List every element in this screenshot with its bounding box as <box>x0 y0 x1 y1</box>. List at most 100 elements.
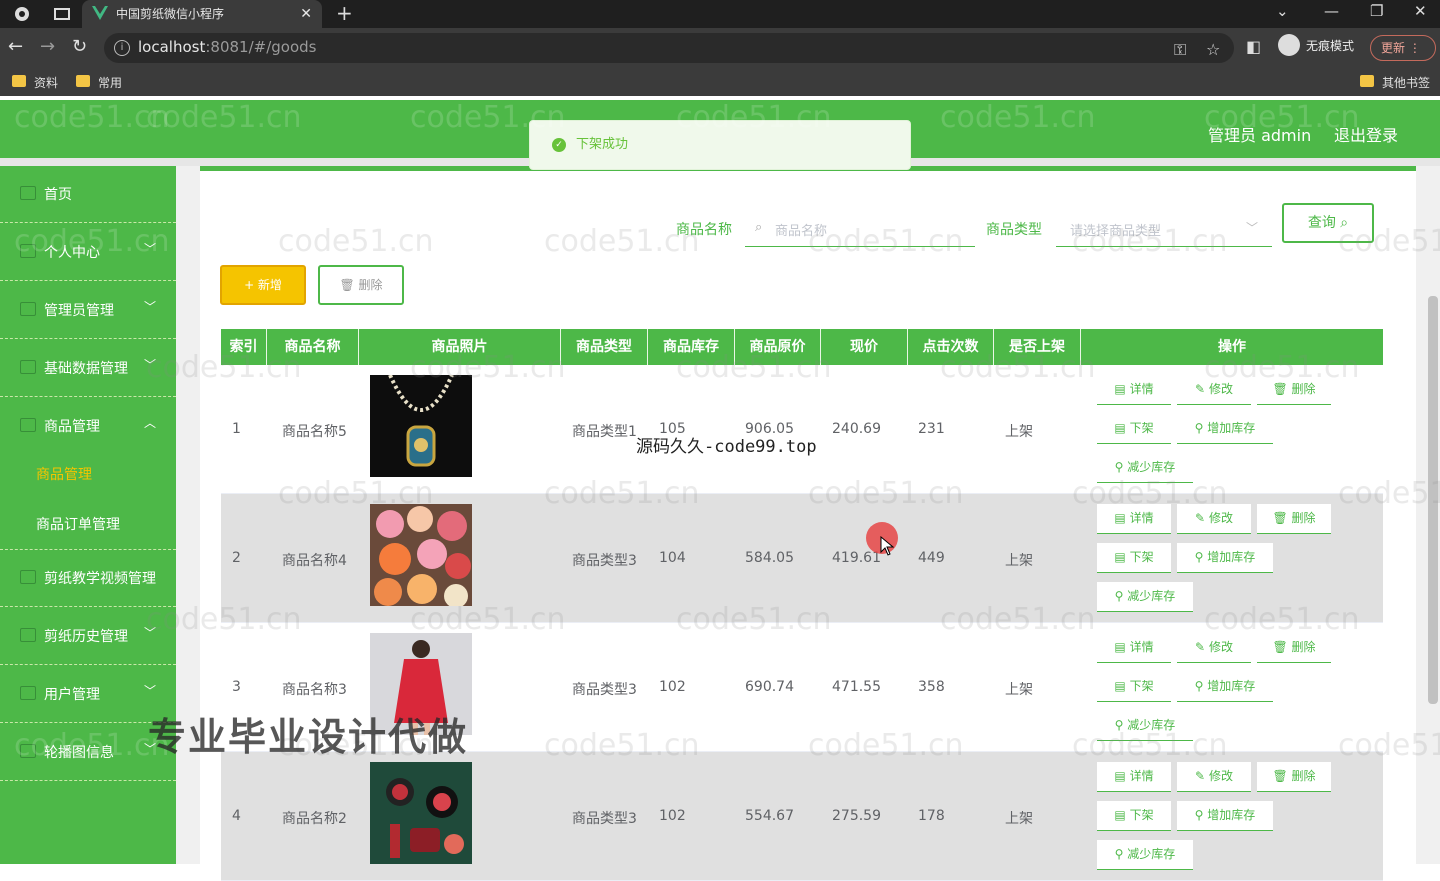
bookmark-star-icon[interactable]: ☆ <box>1206 40 1220 59</box>
col-photo[interactable]: 商品照片 <box>359 329 561 365</box>
batch-delete-button[interactable]: 🗑 删除 <box>318 265 404 305</box>
goods-icon <box>20 418 36 432</box>
reduce-stock-button[interactable]: ⚲ 减少库存 <box>1097 582 1193 612</box>
col-orig-price[interactable]: 商品原价 <box>735 329 821 365</box>
logout-link[interactable]: 退出登录 <box>1334 122 1398 146</box>
check-circle-icon: ✓ <box>552 138 566 152</box>
sidebar-item-goods[interactable]: 商品管理 ︿ <box>0 398 176 455</box>
other-bookmarks-folder[interactable]: 其他书签 <box>1360 74 1430 91</box>
update-button[interactable]: 更新 ⋮ <box>1370 35 1436 61</box>
edit-icon: ✎ <box>1195 769 1206 783</box>
add-stock-button[interactable]: ⚲ 增加库存 <box>1177 414 1273 444</box>
col-stock[interactable]: 商品库存 <box>648 329 735 365</box>
delete-button[interactable]: 🗑 删除 <box>1257 504 1331 534</box>
reduce-stock-button[interactable]: ⚲ 减少库存 <box>1097 840 1193 870</box>
offshelf-button[interactable]: ▤ 下架 <box>1097 801 1171 831</box>
offshelf-button[interactable]: ▤ 下架 <box>1097 414 1171 444</box>
query-button[interactable]: 查询 ⌕ <box>1282 203 1374 243</box>
minimize-icon[interactable]: — <box>1324 2 1339 20</box>
browser-tab-active[interactable]: 中国剪纸微信小程序 ✕ <box>82 0 322 28</box>
site-info-icon[interactable]: i <box>114 40 130 56</box>
chevron-up-icon: ︿ <box>144 416 157 430</box>
col-name[interactable]: 商品名称 <box>267 329 359 365</box>
reduce-stock-button[interactable]: ⚲ 减少库存 <box>1097 711 1193 741</box>
reload-icon[interactable]: ↻ <box>72 36 87 57</box>
edit-icon: ✎ <box>1195 382 1206 396</box>
delete-button[interactable]: 🗑 删除 <box>1257 762 1331 792</box>
promo-watermark-text: 专业毕业设计代做 <box>148 715 469 759</box>
tab-close-icon[interactable]: ✕ <box>300 0 312 28</box>
url-field[interactable]: i localhost:8081/#/goods ⚿ ☆ <box>104 33 1234 63</box>
edit-button[interactable]: ✎ 修改 <box>1177 762 1251 792</box>
col-clicks[interactable]: 点击次数 <box>908 329 994 365</box>
search-icon: ⌕ <box>755 220 763 235</box>
goods-type-select[interactable]: 请选择商品类型 ﹀ <box>1056 211 1272 247</box>
toast-message: 下架成功 <box>576 137 629 152</box>
cell-name: 商品名称2 <box>282 811 347 827</box>
edit-button[interactable]: ✎ 修改 <box>1177 633 1251 663</box>
add-button[interactable]: + 新增 <box>220 265 306 305</box>
cell-name: 商品名称5 <box>282 424 347 440</box>
col-type[interactable]: 商品类型 <box>561 329 648 365</box>
sidebar-item-base-data[interactable]: 基础数据管理 ﹀ <box>0 340 176 397</box>
sidepanel-icon[interactable]: ◧ <box>1246 37 1261 56</box>
reduce-stock-button[interactable]: ⚲ 减少库存 <box>1097 453 1193 483</box>
search-name-input[interactable]: ⌕ 商品名称 <box>745 211 975 247</box>
cell-index: 1 <box>232 421 241 437</box>
tab-search-icon[interactable] <box>54 6 70 22</box>
tab-list-chevron-icon[interactable]: ⌄ <box>1276 2 1289 20</box>
key-icon[interactable]: ⚿ <box>1174 40 1186 60</box>
image-icon <box>20 744 36 758</box>
trash-icon: 🗑 <box>1272 382 1288 396</box>
sidebar-item-admins[interactable]: 管理员管理 ﹀ <box>0 282 176 339</box>
pin-icon: ⚲ <box>1194 421 1204 435</box>
mouse-cursor-icon <box>880 536 894 556</box>
cell-price: 240.69 <box>832 421 881 437</box>
admin-icon <box>20 302 36 316</box>
delete-button[interactable]: 🗑 删除 <box>1257 633 1331 663</box>
cell-price: 471.55 <box>832 679 881 695</box>
edit-button[interactable]: ✎ 修改 <box>1177 375 1251 405</box>
forward-icon[interactable]: → <box>40 36 55 57</box>
back-icon[interactable]: ← <box>8 36 23 57</box>
success-toast: ✓ 下架成功 <box>529 120 911 170</box>
bookmark-folder[interactable]: 资料 <box>12 74 58 91</box>
bookmark-folder[interactable]: 常用 <box>76 74 122 91</box>
document-icon: ▤ <box>1114 640 1126 654</box>
edit-button[interactable]: ✎ 修改 <box>1177 504 1251 534</box>
window-close-icon[interactable]: ✕ <box>1414 2 1427 20</box>
col-index[interactable]: 索引 <box>221 329 267 365</box>
sidebar-item-home[interactable]: 首页 <box>0 166 176 223</box>
col-on-shelf[interactable]: 是否上架 <box>994 329 1081 365</box>
browser-menu-icon[interactable] <box>14 6 30 22</box>
new-tab-icon[interactable]: + <box>336 1 353 25</box>
restore-icon[interactable]: ❐ <box>1370 2 1383 20</box>
delete-button[interactable]: 🗑 删除 <box>1257 375 1331 405</box>
cell-type: 商品类型3 <box>572 553 637 569</box>
sidebar-subitem-goods[interactable]: 商品管理 <box>36 464 92 484</box>
pin-icon: ⚲ <box>1194 679 1204 693</box>
video-icon <box>20 570 36 584</box>
chevron-down-icon: ﹀ <box>1245 221 1258 235</box>
cell-clicks: 449 <box>918 550 945 566</box>
edit-icon: ✎ <box>1195 640 1206 654</box>
sidebar-item-profile[interactable]: 个人中心 ﹀ <box>0 224 176 281</box>
add-stock-button[interactable]: ⚲ 增加库存 <box>1177 672 1273 702</box>
incognito-indicator[interactable]: 无痕模式 <box>1278 34 1354 56</box>
col-price[interactable]: 现价 <box>821 329 908 365</box>
offshelf-button[interactable]: ▤ 下架 <box>1097 672 1171 702</box>
cell-on-shelf: 上架 <box>1005 553 1033 569</box>
detail-button[interactable]: ▤ 详情 <box>1097 762 1171 792</box>
search-type-label: 商品类型 <box>986 222 1042 238</box>
url-text: localhost:8081/#/goods <box>138 38 317 56</box>
add-stock-button[interactable]: ⚲ 增加库存 <box>1177 543 1273 573</box>
detail-button[interactable]: ▤ 详情 <box>1097 504 1171 534</box>
document-icon: ▤ <box>1114 421 1126 435</box>
detail-button[interactable]: ▤ 详情 <box>1097 375 1171 405</box>
sidebar-item-videos[interactable]: 剪纸教学视频管理 <box>0 550 176 607</box>
detail-button[interactable]: ▤ 详情 <box>1097 633 1171 663</box>
page-scrollbar[interactable] <box>1428 296 1438 704</box>
offshelf-button[interactable]: ▤ 下架 <box>1097 543 1171 573</box>
add-stock-button[interactable]: ⚲ 增加库存 <box>1177 801 1273 831</box>
sidebar-item-history[interactable]: 剪纸历史管理 ﹀ <box>0 608 176 665</box>
